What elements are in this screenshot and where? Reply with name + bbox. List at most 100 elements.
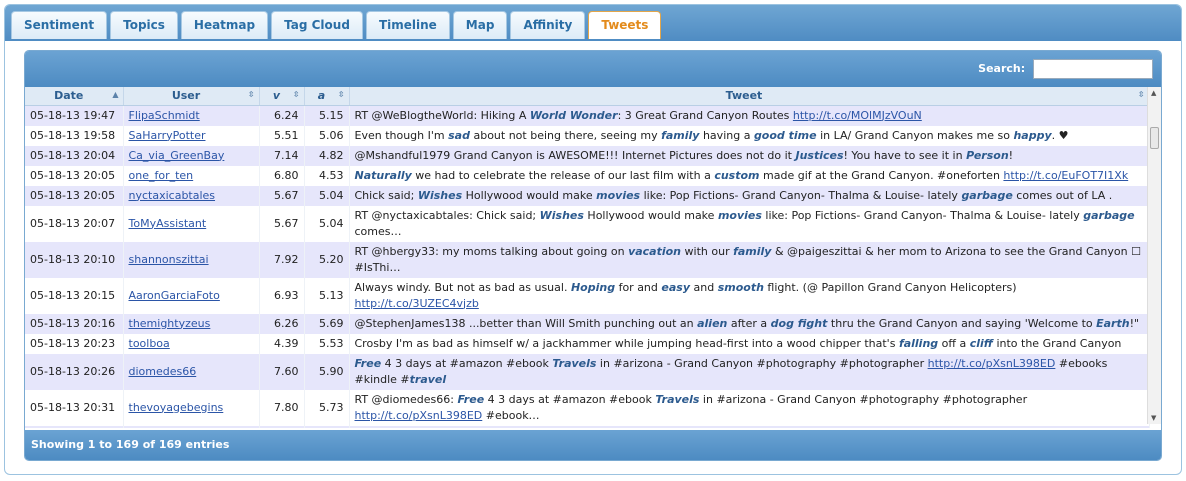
tweet-link[interactable]: http://t.co/pXsnL398ED bbox=[928, 357, 1056, 370]
cell-valence: 4.39 bbox=[259, 333, 305, 354]
search-input[interactable] bbox=[1033, 59, 1153, 79]
tweet-text: Always windy. But not as bad as usual. bbox=[354, 280, 571, 294]
tweet-keyword: smooth bbox=[717, 280, 764, 294]
cell-user: themightyzeus bbox=[123, 313, 260, 334]
cell-tweet: RT @diomedes66: Free 4 3 days at #amazon… bbox=[349, 389, 1150, 426]
tweet-text: Crosby I'm as bad as himself w/ a jackha… bbox=[354, 336, 899, 350]
tab-heatmap[interactable]: Heatmap bbox=[180, 11, 269, 39]
cell-arousal: 4.82 bbox=[304, 145, 350, 166]
cell-valence: 7.14 bbox=[259, 145, 305, 166]
cell-valence: 7.60 bbox=[259, 353, 305, 390]
cell-valence: 5.67 bbox=[259, 205, 305, 242]
cell-user: Ca_via_GreenBay bbox=[123, 145, 260, 166]
user-link[interactable]: shannonszittai bbox=[129, 253, 209, 266]
tweet-keyword: good time bbox=[753, 128, 817, 142]
tweet-text: after a bbox=[727, 316, 771, 330]
cell-tweet: Chick said; Wishes Hollywood would make … bbox=[349, 185, 1150, 206]
user-link[interactable]: AaronGarciaFoto bbox=[129, 289, 220, 302]
scroll-down-icon[interactable]: ▼ bbox=[1151, 414, 1156, 422]
cell-user: ToMyAssistant bbox=[123, 205, 260, 242]
sort-asc-icon: ▲ bbox=[112, 90, 119, 99]
column-header-date[interactable]: Date ▲ bbox=[25, 87, 124, 106]
column-header-user[interactable]: User ⇳ bbox=[123, 87, 260, 106]
cell-tweet: RT @WeBlogtheWorld: Hiking A World Wonde… bbox=[349, 105, 1150, 126]
scroll-up-icon[interactable]: ▲ bbox=[1151, 89, 1156, 97]
cell-arousal: 5.69 bbox=[304, 313, 350, 334]
sort-both-icon: ⇳ bbox=[247, 90, 255, 99]
tweet-text: 4 3 days at #amazon #ebook bbox=[381, 356, 553, 370]
tab-affinity[interactable]: Affinity bbox=[510, 11, 586, 39]
cell-arousal: 5.20 bbox=[304, 241, 350, 278]
tab-topics[interactable]: Topics bbox=[110, 11, 178, 39]
cell-valence: 7.80 bbox=[259, 389, 305, 426]
column-header-a[interactable]: a ⇳ bbox=[304, 87, 350, 106]
user-link[interactable]: toolboa bbox=[129, 337, 170, 350]
column-header-v[interactable]: v ⇳ bbox=[259, 87, 305, 106]
vertical-scrollbar[interactable]: ▲ ▼ bbox=[1147, 87, 1161, 424]
scrollbar-thumb[interactable] bbox=[1150, 127, 1159, 149]
user-link[interactable]: themightyzeus bbox=[129, 317, 211, 330]
tweet-link[interactable]: http://t.co/MOlMJzVOuN bbox=[793, 109, 922, 122]
tweet-link[interactable]: http://t.co/3UZEC4vjzb bbox=[355, 297, 479, 310]
tweet-text: RT @WeBlogtheWorld: Hiking A bbox=[354, 108, 530, 122]
cell-date: 05-18-13 20:07 bbox=[25, 205, 124, 242]
table-row: 05-18-13 20:07 ToMyAssistant 5.67 5.04 RT @n… bbox=[25, 205, 1150, 242]
tab-tag-cloud[interactable]: Tag Cloud bbox=[271, 11, 363, 39]
tweet-text: thru the Grand Canyon and saying 'Welcom… bbox=[827, 316, 1097, 330]
tab-sentiment[interactable]: Sentiment bbox=[11, 11, 108, 39]
cell-tweet: Naturally we had to celebrate the releas… bbox=[349, 165, 1150, 186]
table-scroll-area[interactable]: 05-18-13 19:47 FlipaSchmidt 6.24 5.15 RT @We… bbox=[25, 105, 1161, 428]
tweet-keyword: custom bbox=[714, 168, 760, 182]
tweet-text: and bbox=[690, 280, 718, 294]
tab-map[interactable]: Map bbox=[452, 11, 508, 39]
tweet-keyword: Travels bbox=[552, 356, 597, 370]
tweet-text: 4 3 days at #amazon #ebook bbox=[484, 392, 656, 406]
table-row: 05-18-13 20:04 Ca_via_GreenBay 7.14 4.82 @Ms… bbox=[25, 145, 1150, 166]
cell-arousal: 5.06 bbox=[304, 125, 350, 146]
cell-arousal: 5.15 bbox=[304, 105, 350, 126]
cell-date: 05-18-13 20:10 bbox=[25, 241, 124, 278]
tweet-link[interactable]: http://t.co/pXsnL398ED bbox=[355, 409, 483, 422]
table-row: 05-18-13 20:05 nyctaxicabtales 5.67 5.04 Chi… bbox=[25, 185, 1150, 206]
tweet-keyword: Earth bbox=[1096, 316, 1130, 330]
cell-user: Lenna1134 bbox=[123, 425, 260, 428]
user-link[interactable]: ToMyAssistant bbox=[129, 217, 207, 230]
user-link[interactable]: SaHarryPotter bbox=[129, 129, 206, 142]
user-link[interactable]: Ca_via_GreenBay bbox=[129, 149, 225, 162]
user-link[interactable]: thevoyagebegins bbox=[129, 401, 224, 414]
tweet-keyword: vacation bbox=[628, 244, 682, 258]
cell-valence: 5.51 bbox=[259, 125, 305, 146]
cell-user: SaHarryPotter bbox=[123, 125, 260, 146]
tweet-text: in LA/ Grand Canyon makes me so bbox=[816, 128, 1014, 142]
user-link[interactable]: one_for_ten bbox=[129, 169, 194, 182]
column-header-tweet[interactable]: Tweet ⇳ bbox=[349, 87, 1150, 106]
cell-arousal: 5.04 bbox=[304, 185, 350, 206]
tweet-link[interactable]: http://t.co/EuFOT7I1Xk bbox=[1003, 169, 1128, 182]
tab-timeline[interactable]: Timeline bbox=[365, 11, 450, 39]
tweet-keyword: garbage bbox=[961, 188, 1013, 202]
cell-date: 05-18-13 20:04 bbox=[25, 145, 124, 166]
table-row: 05-18-13 20:10 shannonszittai 7.92 5.20 RT @… bbox=[25, 241, 1150, 278]
table-row: 05-18-13 19:47 FlipaSchmidt 6.24 5.15 RT @We… bbox=[25, 105, 1150, 126]
user-link[interactable]: nyctaxicabtales bbox=[129, 189, 216, 202]
user-link[interactable]: diomedes66 bbox=[129, 365, 197, 378]
tweet-text: about not being there, seeing my bbox=[469, 128, 662, 142]
cell-arousal: 5.15 bbox=[304, 425, 350, 428]
cell-tweet: Free 4 3 days at #amazon #ebook Travels … bbox=[349, 353, 1150, 390]
tweet-keyword: falling bbox=[898, 336, 939, 350]
panel-toolbar: Search: bbox=[25, 51, 1161, 87]
cell-user: one_for_ten bbox=[123, 165, 260, 186]
cell-tweet: @StephenJames138 ...better than Will Smi… bbox=[349, 313, 1150, 334]
tweet-text: Hollywood would make bbox=[462, 188, 597, 202]
cell-tweet: Always windy. But not as bad as usual. H… bbox=[349, 277, 1150, 314]
tweet-keyword: happy bbox=[1013, 128, 1052, 142]
tweet-keyword: easy bbox=[661, 280, 690, 294]
cell-valence: 6.80 bbox=[259, 165, 305, 186]
cell-tweet: @Mshandful1979 Grand Canyon is AWESOME!!… bbox=[349, 145, 1150, 166]
user-link[interactable]: FlipaSchmidt bbox=[129, 109, 200, 122]
cell-tweet: RT @nyctaxicabtales: Chick said; Wishes … bbox=[349, 205, 1150, 242]
tweet-text: off a bbox=[938, 336, 970, 350]
tab-tweets[interactable]: Tweets bbox=[588, 11, 662, 39]
cell-user: diomedes66 bbox=[123, 353, 260, 390]
cell-arousal: 5.53 bbox=[304, 333, 350, 354]
